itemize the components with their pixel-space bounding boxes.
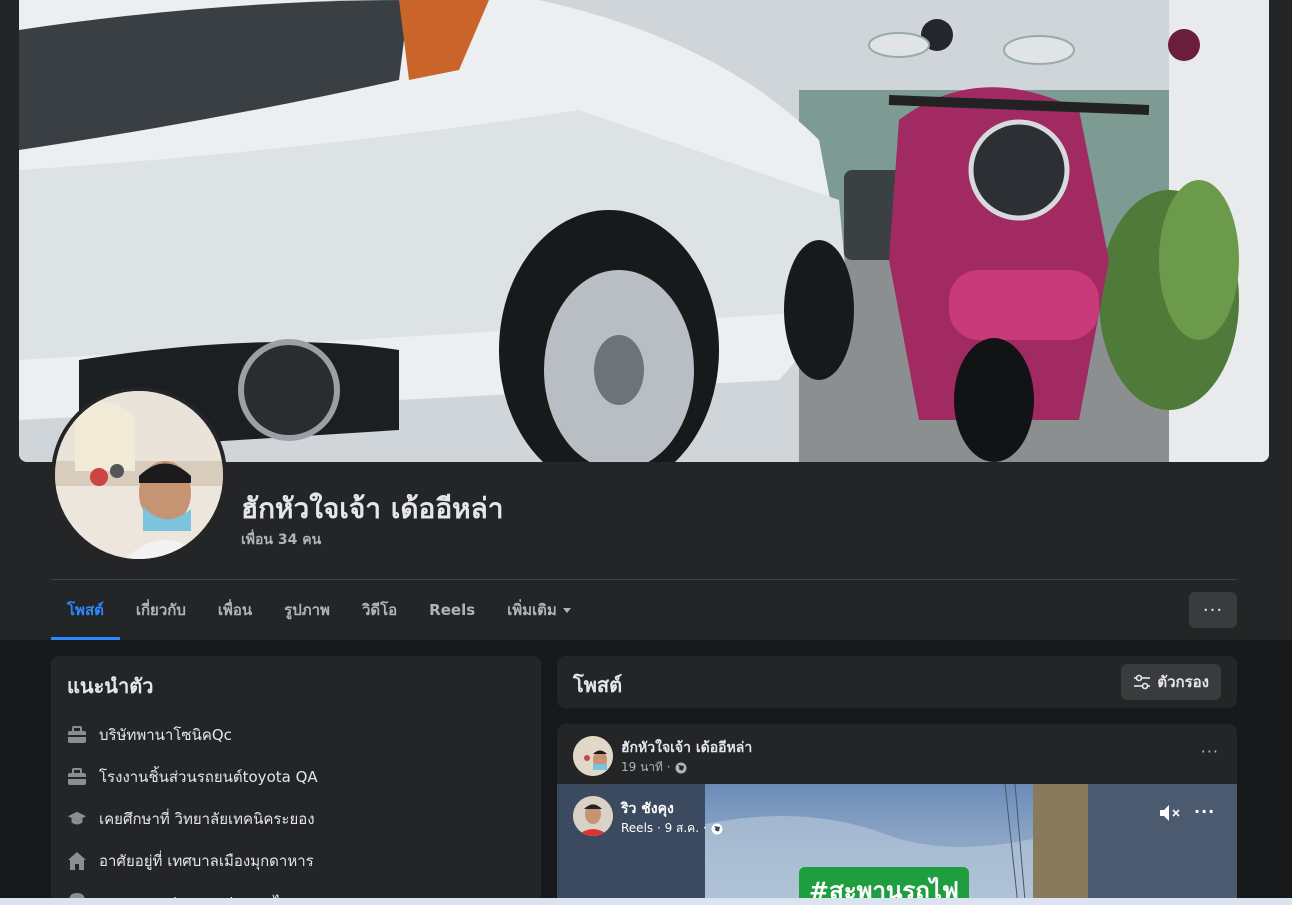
- tab-videos[interactable]: วิดีโอ: [346, 580, 413, 640]
- post-author-name[interactable]: ฮักหัวใจเจ้า เด้ออีหล่า: [621, 737, 752, 759]
- tab-reels[interactable]: Reels: [413, 580, 491, 640]
- tab-posts[interactable]: โพสต์: [51, 580, 120, 640]
- tab-friends[interactable]: เพื่อน: [202, 580, 268, 640]
- cover-photo-illustration: [19, 0, 1269, 462]
- profile-page: ฮักหัวใจเจ้า เด้ออีหล่า เพื่อน 34 คน โพส…: [0, 0, 1292, 905]
- intro-item-education: เคยศึกษาที่ วิทยาลัยเทคนิคระยอง: [67, 798, 525, 840]
- avatar-photo: [55, 391, 223, 559]
- bottom-edge-bar: [0, 898, 1292, 905]
- tab-photos[interactable]: รูปภาพ: [268, 580, 346, 640]
- shared-reel[interactable]: ริว ชังคุง Reels · 9 ส.ค. · ··· #สะพานรถ…: [557, 784, 1237, 905]
- briefcase-icon: [67, 767, 87, 787]
- briefcase-icon: [67, 725, 87, 745]
- intro-title: แนะนำตัว: [67, 674, 154, 698]
- intro-item-lives-in: อาศัยอยู่ที่ เทศบาลเมืองมุกดาหาร: [67, 840, 525, 882]
- friend-count[interactable]: เพื่อน 34 คน: [241, 529, 321, 551]
- post-meta: 19 นาที ·: [621, 758, 687, 777]
- posts-title: โพสต์: [573, 673, 623, 697]
- home-icon: [67, 851, 87, 871]
- intro-item-work-2: โรงงานชิ้นส่วนรถยนต์toyota QA: [67, 756, 525, 798]
- profile-tabs: โพสต์ เกี่ยวกับ เพื่อน รูปภาพ วิดีโอ Ree…: [51, 580, 587, 640]
- filter-button[interactable]: ตัวกรอง: [1121, 664, 1221, 700]
- mute-icon[interactable]: [1159, 804, 1181, 826]
- intro-item-work-1: บริษัทพานาโซนิคQc: [67, 714, 525, 756]
- reel-meta: Reels · 9 ส.ค. ·: [621, 819, 723, 838]
- profile-more-button[interactable]: ···: [1189, 592, 1237, 628]
- tab-more[interactable]: เพิ่มเติม: [491, 580, 587, 640]
- posts-header: โพสต์ ตัวกรอง: [557, 656, 1237, 708]
- globe-icon: [675, 762, 687, 773]
- tab-about[interactable]: เกี่ยวกับ: [120, 580, 202, 640]
- profile-name: ฮักหัวใจเจ้า เด้ออีหล่า: [241, 492, 504, 525]
- sliders-icon: [1134, 674, 1151, 690]
- reel-author-avatar[interactable]: [573, 796, 613, 836]
- caret-down-icon: [562, 607, 571, 613]
- post-author-avatar[interactable]: [573, 736, 613, 776]
- post-more-button[interactable]: ···: [1201, 742, 1219, 761]
- intro-card: แนะนำตัว บริษัทพานาโซนิคQc โรงงานชิ้นส่ว…: [51, 656, 541, 905]
- profile-avatar[interactable]: [51, 387, 227, 563]
- cover-photo[interactable]: [19, 0, 1269, 462]
- globe-icon: [711, 823, 723, 834]
- graduation-cap-icon: [67, 809, 87, 829]
- post-card: ฮักหัวใจเจ้า เด้ออีหล่า 19 นาที · ··· ริ…: [557, 724, 1237, 905]
- reel-author-name[interactable]: ริว ชังคุง: [621, 798, 674, 820]
- reel-more-button[interactable]: ···: [1194, 802, 1215, 821]
